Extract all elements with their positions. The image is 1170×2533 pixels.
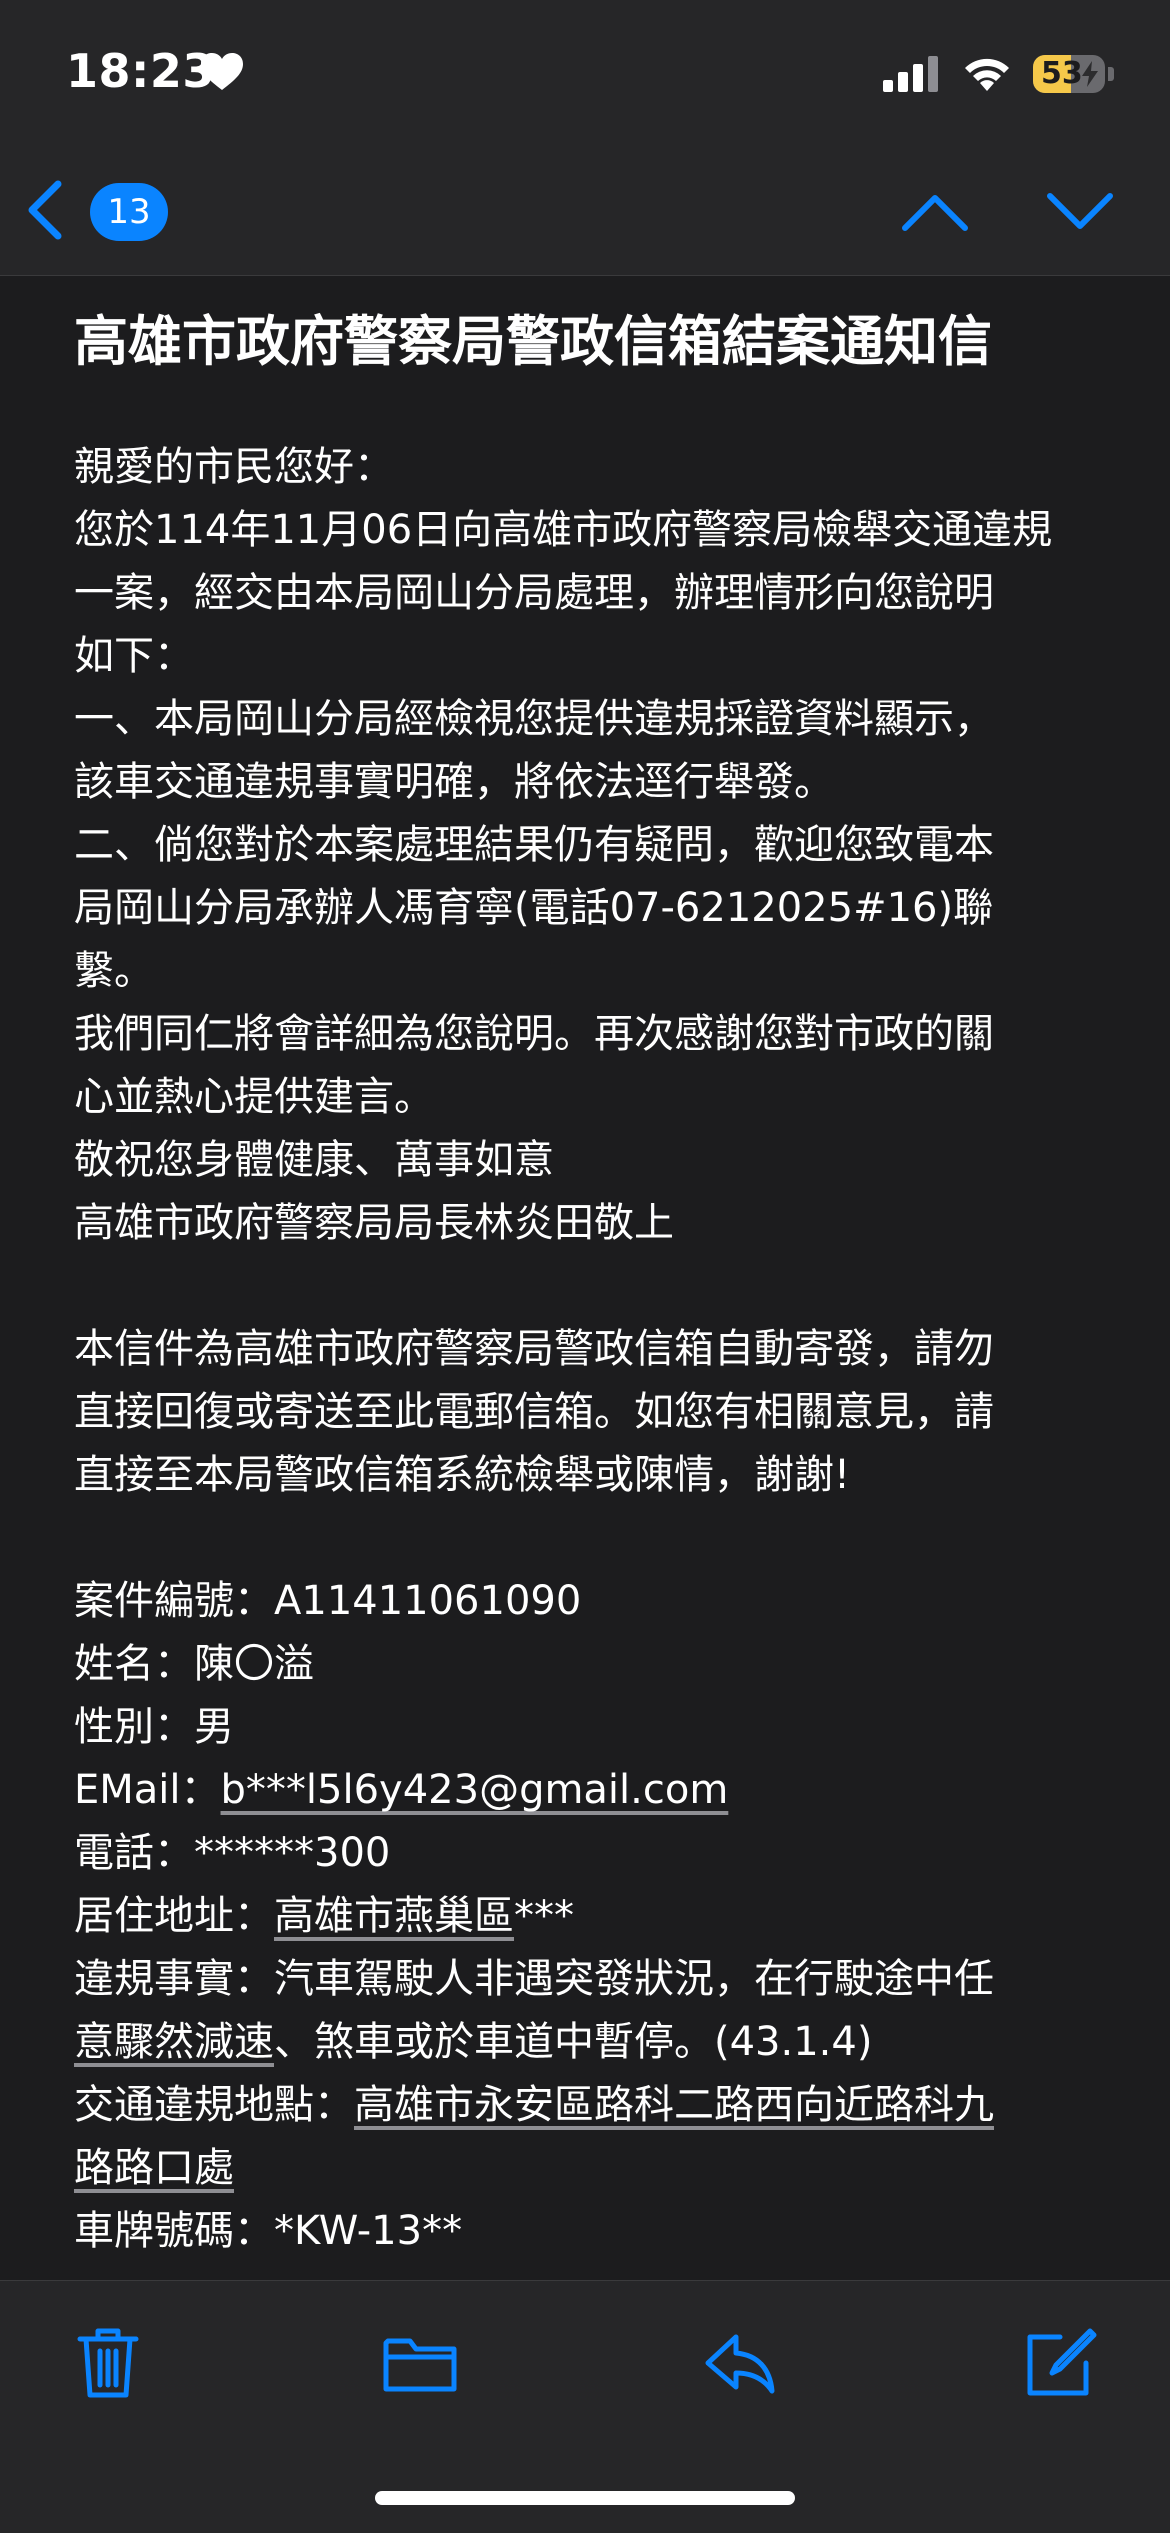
violation-text-rest: 、煞車或於車道中暫停。(43.1.4) [274, 2019, 873, 2065]
reply-icon[interactable] [700, 2323, 780, 2403]
nav-bar: 13 [0, 150, 1170, 275]
body-line: 心並熱心提供建言。 [74, 1074, 434, 1120]
top-bar: 18:23 53 13 [0, 0, 1170, 276]
location-row: 交通違規地點：高雄市永安區路科二路西向近路科九 [74, 2074, 1104, 2137]
phone-row: 電話：******300 [74, 1822, 1104, 1885]
body-line: 高雄市政府警察局局長林炎田敬上 [74, 1200, 674, 1246]
body-line: 該車交通違規事實明確，將依法逕行舉發。 [74, 759, 834, 805]
wifi-icon [965, 58, 1009, 91]
notice-line: 本信件為高雄市政府警察局警政信箱自動寄發，請勿 [74, 1326, 994, 1372]
address-label: 居住地址： [74, 1893, 274, 1939]
plate-label: 車牌號碼： [74, 2208, 274, 2254]
violation-text: 汽車駕駛人非遇突發狀況，在行駛途中任 [274, 1956, 994, 2002]
battery-cap [1108, 67, 1114, 81]
body-line: 您於114年11月06日向高雄市政府警察局檢舉交通違規 [74, 507, 1053, 553]
email-row: EMail：b***l5l6y423@gmail.com [74, 1759, 1104, 1822]
email-label: EMail： [74, 1767, 221, 1813]
body-line: 繫。 [74, 948, 154, 994]
address-rest: *** [514, 1893, 574, 1939]
charging-bolt-icon [1082, 61, 1098, 87]
body-line: 親愛的市民您好： [74, 444, 394, 490]
body-line: 一、本局岡山分局經檢視您提供違規採證資料顯示， [74, 696, 994, 742]
body-line: 二、倘您對於本案處理結果仍有疑問，歡迎您致電本 [74, 822, 994, 868]
folder-icon[interactable] [380, 2323, 460, 2403]
location-row-cont: 路路口處 [74, 2137, 1104, 2200]
body-line: 局岡山分局承辦人馮育寧(電話07-6212025#16)聯 [74, 885, 994, 931]
trash-icon[interactable] [68, 2323, 148, 2403]
name-row: 姓名：陳〇溢 [74, 1633, 1104, 1696]
location-link-cont[interactable]: 路路口處 [74, 2145, 234, 2191]
status-time: 18:23 [66, 44, 215, 98]
violation-link[interactable]: 意驟然減速 [74, 2019, 274, 2065]
heart-icon [201, 53, 243, 90]
phone-label: 電話： [74, 1830, 194, 1876]
case-number-value: A11411061090 [274, 1578, 582, 1624]
plate-row: 車牌號碼：*KW-13** [74, 2200, 1104, 2263]
notice-line: 直接至本局警政信箱系統檢舉或陳情，謝謝! [74, 1452, 851, 1498]
violation-row-cont: 意驟然減速、煞車或於車道中暫停。(43.1.4) [74, 2011, 1104, 2074]
chevron-down-icon[interactable] [1045, 190, 1115, 234]
battery-level: 53 [1041, 56, 1083, 91]
body-line: 如下： [74, 633, 194, 679]
compose-icon[interactable] [1020, 2323, 1100, 2403]
email-body: 親愛的市民您好： 您於114年11月06日向高雄市政府警察局檢舉交通違規 一案，… [74, 436, 1104, 2263]
name-label: 姓名： [74, 1641, 194, 1687]
address-link[interactable]: 高雄市燕巢區 [274, 1893, 514, 1939]
body-line: 敬祝您身體健康、萬事如意 [74, 1137, 554, 1183]
email-subject: 高雄市政府警察局警政信箱結案通知信 [74, 310, 992, 373]
plate-value: *KW-13** [274, 2208, 463, 2254]
status-icons: 53 [883, 50, 1114, 98]
phone-value: ******300 [194, 1830, 391, 1876]
address-row: 居住地址：高雄市燕巢區*** [74, 1885, 1104, 1948]
email-link[interactable]: b***l5l6y423@gmail.com [221, 1767, 729, 1813]
home-indicator[interactable] [375, 2491, 795, 2505]
violation-label: 違規事實： [74, 1956, 274, 2002]
status-bar: 18:23 53 [0, 0, 1170, 150]
violation-row: 違規事實：汽車駕駛人非遇突發狀況，在行駛途中任 [74, 1948, 1104, 2011]
unread-count-badge[interactable]: 13 [90, 183, 168, 241]
notice-line: 直接回復或寄送至此電郵信箱。如您有相關意見，請 [74, 1389, 994, 1435]
name-value: 陳〇溢 [194, 1641, 314, 1687]
email-content: 高雄市政府警察局警政信箱結案通知信 親愛的市民您好： 您於114年11月06日向… [74, 300, 1104, 2265]
case-number-row: 案件編號：A11411061090 [74, 1570, 1104, 1633]
chevron-up-icon[interactable] [900, 190, 970, 234]
body-line: 我們同仁將會詳細為您說明。再次感謝您對市政的關 [74, 1011, 994, 1057]
gender-label: 性別： [74, 1704, 194, 1750]
cellular-signal-icon [883, 56, 938, 92]
battery-icon: 53 [1033, 55, 1105, 93]
chevron-left-icon[interactable] [22, 178, 66, 242]
gender-value: 男 [194, 1704, 234, 1750]
location-label: 交通違規地點： [74, 2082, 354, 2128]
case-number-label: 案件編號： [74, 1578, 274, 1624]
gender-row: 性別：男 [74, 1696, 1104, 1759]
body-line: 一案，經交由本局岡山分局處理，辦理情形向您說明 [74, 570, 994, 616]
bottom-toolbar [0, 2280, 1170, 2533]
location-link[interactable]: 高雄市永安區路科二路西向近路科九 [354, 2082, 994, 2128]
